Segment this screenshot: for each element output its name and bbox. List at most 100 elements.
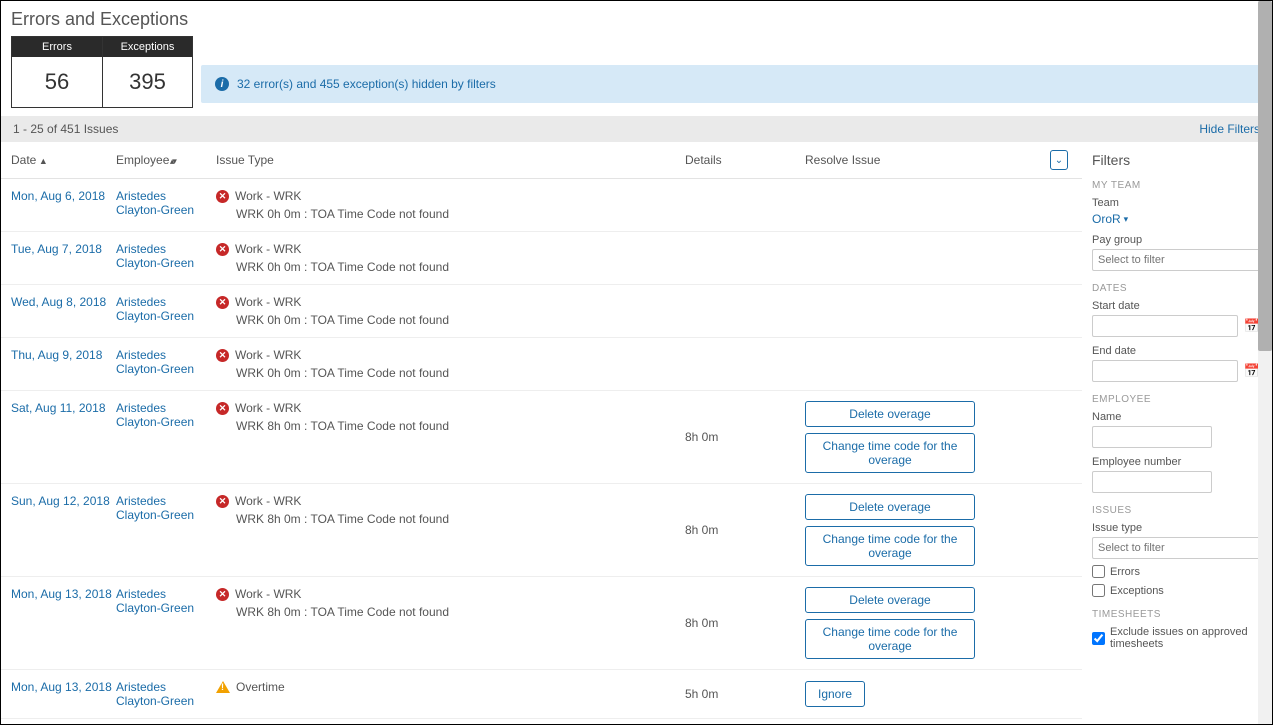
issue-detail-text: WRK 0h 0m : TOA Time Code not found <box>216 207 685 221</box>
details-cell: 5h 0m <box>685 680 805 708</box>
table-row: Mon, Aug 13, 2018 Aristedes Clayton-Green… <box>1 670 1082 719</box>
section-issues: ISSUES <box>1092 505 1260 516</box>
col-date[interactable]: Date <box>11 153 116 167</box>
details-cell: 8h 0m <box>685 494 805 566</box>
ignore-button[interactable]: Ignore <box>805 681 865 707</box>
exclude-checkbox-row[interactable]: Exclude issues on approved timesheets <box>1092 626 1260 650</box>
error-icon: ✕ <box>216 349 229 362</box>
change-time-code-button[interactable]: Change time code for the overage <box>805 433 975 473</box>
exclude-checkbox[interactable] <box>1092 632 1105 645</box>
table-row: Tue, Aug 7, 2018Aristedes Clayton-Green✕… <box>1 232 1082 285</box>
end-date-input[interactable] <box>1092 360 1238 382</box>
date-link[interactable]: Wed, Aug 8, 2018 <box>11 295 106 309</box>
issue-detail-text: WRK 8h 0m : TOA Time Code not found <box>216 605 685 619</box>
date-link[interactable]: Thu, Aug 9, 2018 <box>11 348 102 362</box>
details-cell <box>685 348 805 380</box>
table-row: Wed, Aug 8, 2018 Aristedes Clayton-Green ✕… <box>1 285 1082 338</box>
col-employee[interactable]: Employee <box>116 153 216 167</box>
stat-errors-label: Errors <box>12 37 102 57</box>
name-input[interactable] <box>1092 426 1212 448</box>
details-cell <box>685 242 805 274</box>
details-cell <box>685 189 805 221</box>
issue-title: Work - WRK <box>235 242 301 256</box>
scrollbar-track[interactable] <box>1258 1 1272 725</box>
delete-overage-button[interactable]: Delete overage <box>805 494 975 520</box>
exclude-checkbox-label: Exclude issues on approved timesheets <box>1110 626 1260 650</box>
info-icon: i <box>215 77 229 91</box>
error-icon: ✕ <box>216 495 229 508</box>
start-date-input[interactable] <box>1092 315 1238 337</box>
col-details: Details <box>685 153 805 167</box>
table-row: Sat, Aug 11, 2018 Aristedes Clayton-Green… <box>1 391 1082 484</box>
employee-link[interactable]: Aristedes Clayton-Green <box>116 587 206 615</box>
col-issue-type[interactable]: Issue Type <box>216 153 685 167</box>
date-link[interactable]: Mon, Aug 13, 2018 <box>11 587 112 601</box>
info-text: 32 error(s) and 455 exception(s) hidden … <box>237 77 496 91</box>
section-dates: DATES <box>1092 283 1260 294</box>
employee-link[interactable]: Aristedes Clayton-Green <box>116 494 206 522</box>
date-link[interactable]: Mon, Aug 6, 2018 <box>11 189 105 203</box>
issue-title: Work - WRK <box>235 348 301 362</box>
delete-overage-button[interactable]: Delete overage <box>805 587 975 613</box>
table-row: Thu, Aug 9, 2018 Aristedes Clayton-Green ✕… <box>1 338 1082 391</box>
resolve-dropdown-button[interactable]: ⌄ <box>1050 150 1068 170</box>
error-icon: ✕ <box>216 296 229 309</box>
section-employee: EMPLOYEE <box>1092 394 1260 405</box>
issue-title: Overtime <box>236 680 285 694</box>
details-cell <box>685 295 805 327</box>
issue-title: Work - WRK <box>235 189 301 203</box>
errors-checkbox-row[interactable]: Errors <box>1092 565 1260 578</box>
filters-title: Filters <box>1092 152 1260 168</box>
emp-number-input[interactable] <box>1092 471 1212 493</box>
table-row: Mon, Aug 6, 2018 Aristedes Clayton-Green ✕… <box>1 179 1082 232</box>
scrollbar-thumb[interactable] <box>1258 1 1272 351</box>
change-time-code-button[interactable]: Change time code for the overage <box>805 619 975 659</box>
employee-link[interactable]: Aristedes Clayton-Green <box>116 242 206 270</box>
filters-panel: Filters MY TEAM Team OroR Pay group DATE… <box>1082 142 1272 724</box>
warning-icon <box>216 681 230 693</box>
pay-group-select[interactable] <box>1092 249 1260 271</box>
hide-filters-link[interactable]: Hide Filters <box>1199 122 1260 136</box>
issue-detail-text: WRK 0h 0m : TOA Time Code not found <box>216 260 685 274</box>
employee-link[interactable]: Aristedes Clayton-Green <box>116 295 206 323</box>
team-dropdown[interactable]: OroR <box>1092 212 1128 226</box>
stat-boxes: Errors 56 Exceptions 395 <box>11 36 193 108</box>
issue-detail-text: WRK 0h 0m : TOA Time Code not found <box>216 313 685 327</box>
stat-errors-value: 56 <box>12 57 102 107</box>
exceptions-checkbox[interactable] <box>1092 584 1105 597</box>
start-date-label: Start date <box>1092 300 1260 312</box>
name-label: Name <box>1092 411 1260 423</box>
change-time-code-button[interactable]: Change time code for the overage <box>805 526 975 566</box>
date-link[interactable]: Sun, Aug 12, 2018 <box>11 494 110 508</box>
chevron-down-icon: ⌄ <box>1055 155 1063 166</box>
date-link[interactable]: Tue, Aug 7, 2018 <box>11 242 102 256</box>
table-header: Date Employee Issue Type Details Resolve… <box>1 142 1082 179</box>
issue-title: Work - WRK <box>235 401 301 415</box>
date-link[interactable]: Sat, Aug 11, 2018 <box>11 401 106 415</box>
col-resolve: Resolve Issue <box>805 153 880 167</box>
issue-detail-text: WRK 8h 0m : TOA Time Code not found <box>216 512 685 526</box>
end-date-label: End date <box>1092 345 1260 357</box>
section-timesheets: TIMESHEETS <box>1092 609 1260 620</box>
issues-table: Date Employee Issue Type Details Resolve… <box>1 142 1082 724</box>
info-bar: i 32 error(s) and 455 exception(s) hidde… <box>201 65 1262 103</box>
error-icon: ✕ <box>216 402 229 415</box>
error-icon: ✕ <box>216 588 229 601</box>
error-icon: ✕ <box>216 190 229 203</box>
employee-link[interactable]: Aristedes Clayton-Green <box>116 680 206 708</box>
issue-title: Work - WRK <box>235 494 301 508</box>
exceptions-checkbox-row[interactable]: Exceptions <box>1092 584 1260 597</box>
issue-detail-text: WRK 0h 0m : TOA Time Code not found <box>216 366 685 380</box>
employee-link[interactable]: Aristedes Clayton-Green <box>116 189 206 217</box>
exceptions-checkbox-label: Exceptions <box>1110 585 1164 597</box>
errors-checkbox[interactable] <box>1092 565 1105 578</box>
issue-type-select[interactable] <box>1092 537 1260 559</box>
employee-link[interactable]: Aristedes Clayton-Green <box>116 348 206 376</box>
page-title: Errors and Exceptions <box>1 1 1272 36</box>
date-link[interactable]: Mon, Aug 13, 2018 <box>11 680 112 694</box>
delete-overage-button[interactable]: Delete overage <box>805 401 975 427</box>
employee-link[interactable]: Aristedes Clayton-Green <box>116 401 206 429</box>
range-text: 1 - 25 of 451 Issues <box>13 122 118 136</box>
issue-title: Work - WRK <box>235 295 301 309</box>
errors-checkbox-label: Errors <box>1110 566 1140 578</box>
